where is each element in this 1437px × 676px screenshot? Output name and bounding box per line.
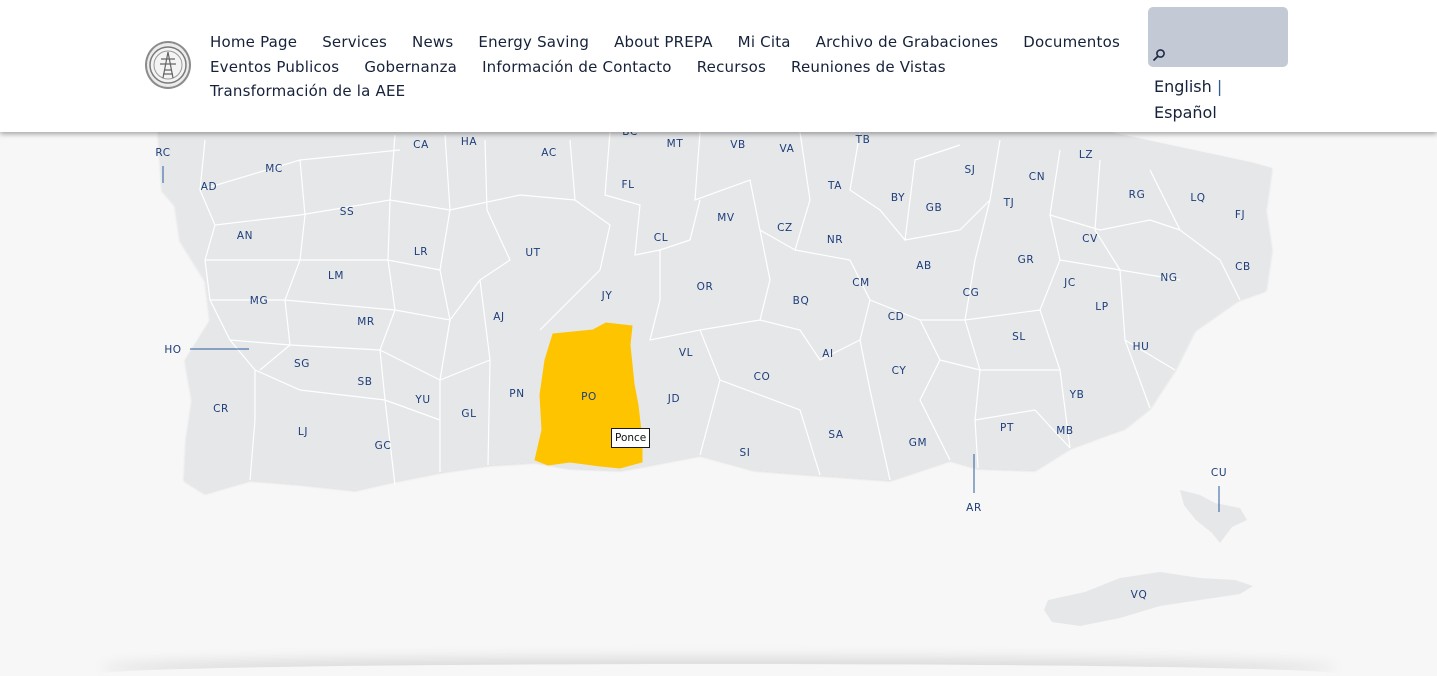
municipality-label-mt[interactable]: MT [667,138,684,150]
municipality-label-ai[interactable]: AI [822,348,833,360]
nav-services[interactable]: Services [322,30,387,55]
municipality-label-jd[interactable]: JD [667,393,680,405]
municipality-label-sj[interactable]: SJ [965,164,976,176]
municipality-label-mr[interactable]: MR [357,316,375,328]
municipality-label-gc[interactable]: GC [375,440,392,452]
municipality-label-ar[interactable]: AR [966,502,982,514]
municipality-label-cn[interactable]: CN [1029,171,1045,183]
ponce-tooltip: Ponce [611,428,651,448]
nav-archivo-de-grabaciones[interactable]: Archivo de Grabaciones [816,30,999,55]
municipality-label-fj[interactable]: FJ [1235,209,1245,221]
nav-documentos[interactable]: Documentos [1023,30,1120,55]
municipality-label-mv[interactable]: MV [717,212,735,224]
municipality-label-po[interactable]: PO [581,391,597,403]
municipality-label-pn[interactable]: PN [509,388,524,400]
municipality-label-va[interactable]: VA [780,143,795,155]
municipality-label-yb[interactable]: YB [1069,389,1085,401]
nav-home-page[interactable]: Home Page [210,30,297,55]
municipality-label-co[interactable]: CO [754,371,771,383]
search-icon[interactable] [1152,48,1166,62]
municipality-label-aj[interactable]: AJ [493,311,504,323]
municipality-label-cu[interactable]: CU [1211,467,1227,479]
municipality-label-cb[interactable]: CB [1235,261,1251,273]
municipality-label-pt[interactable]: PT [1000,422,1014,434]
municipality-label-ca[interactable]: CA [413,139,429,151]
main-navigation: Home Page Services News Energy Saving Ab… [210,30,1120,104]
nav-recursos[interactable]: Recursos [697,55,766,80]
municipality-label-tb[interactable]: TB [855,134,871,146]
municipality-label-gb[interactable]: GB [926,202,943,214]
municipality-label-cv[interactable]: CV [1082,233,1098,245]
municipality-label-ab[interactable]: AB [916,260,932,272]
municipality-label-fl[interactable]: FL [621,179,634,191]
municipality-label-hu[interactable]: HU [1133,341,1150,353]
municipality-label-sa[interactable]: SA [828,429,843,441]
municipality-label-si[interactable]: SI [740,447,751,459]
municipality-label-vl[interactable]: VL [679,347,693,359]
municipality-label-sl[interactable]: SL [1012,331,1026,343]
culebra-island-land [1180,490,1247,543]
municipality-label-mc[interactable]: MC [265,163,283,175]
nav-about-prepa[interactable]: About PREPA [614,30,713,55]
language-english-link[interactable]: English [1154,77,1212,96]
municipality-label-cz[interactable]: CZ [777,222,793,234]
municipality-label-ha[interactable]: HA [461,136,477,148]
nav-energy-saving[interactable]: Energy Saving [478,30,589,55]
municipality-label-ta[interactable]: TA [827,180,842,192]
municipality-label-cy[interactable]: CY [892,365,907,377]
municipality-label-jy[interactable]: JY [601,290,613,302]
municipality-label-ng[interactable]: NG [1160,272,1177,284]
vieques-island-land [1044,572,1253,626]
nav-news[interactable]: News [412,30,453,55]
language-spanish-link[interactable]: Español [1154,103,1217,122]
nav-transformacion-de-la-aee[interactable]: Transformación de la AEE [210,79,405,104]
municipality-label-lm[interactable]: LM [328,270,344,282]
municipality-label-yu[interactable]: YU [414,394,430,406]
municipality-label-lp[interactable]: LP [1095,301,1108,313]
nav-eventos-publicos[interactable]: Eventos Publicos [210,55,339,80]
municipality-label-sg[interactable]: SG [294,358,310,370]
municipality-label-bq[interactable]: BQ [793,295,810,307]
municipality-label-vb[interactable]: VB [730,139,746,151]
language-separator: | [1216,77,1223,96]
municipality-label-rc[interactable]: RC [155,147,170,159]
municipality-label-cr[interactable]: CR [213,403,229,415]
municipality-label-lr[interactable]: LR [414,246,428,258]
nav-informacion-de-contacto[interactable]: Información de Contacto [482,55,672,80]
municipality-label-ad[interactable]: AD [201,181,217,193]
municipality-label-mb[interactable]: MB [1056,425,1073,437]
municipality-label-gr[interactable]: GR [1018,254,1035,266]
municipality-label-by[interactable]: BY [891,192,905,204]
municipality-label-ac[interactable]: AC [541,147,557,159]
municipality-label-cl[interactable]: CL [654,232,668,244]
municipality-label-nr[interactable]: NR [827,234,843,246]
municipality-label-lj[interactable]: LJ [298,426,308,438]
search-input[interactable] [1148,7,1288,67]
municipality-label-ho[interactable]: HO [164,344,181,356]
municipality-label-cm[interactable]: CM [852,277,870,289]
power-tower-seal-icon [149,46,187,84]
municipality-label-rg[interactable]: RG [1129,189,1146,201]
municipality-label-sb[interactable]: SB [357,376,372,388]
municipality-label-lz[interactable]: LZ [1079,149,1093,161]
municipality-label-an[interactable]: AN [237,230,253,242]
municipality-label-ut[interactable]: UT [525,247,540,259]
municipality-label-gm[interactable]: GM [909,437,927,449]
municipality-label-cd[interactable]: CD [888,311,905,323]
site-header: Home Page Services News Energy Saving Ab… [0,0,1437,132]
nav-gobernanza[interactable]: Gobernanza [364,55,457,80]
nav-reuniones-de-vistas[interactable]: Reuniones de Vistas [791,55,946,80]
municipality-label-cg[interactable]: CG [963,287,980,299]
municipality-label-vq[interactable]: VQ [1131,589,1148,601]
municipality-label-lq[interactable]: LQ [1190,192,1205,204]
municipality-label-jc[interactable]: JC [1063,277,1076,289]
municipality-label-mg[interactable]: MG [250,295,268,307]
nav-mi-cita[interactable]: Mi Cita [738,30,791,55]
municipality-label-tj[interactable]: TJ [1003,197,1015,209]
prepa-logo[interactable] [145,41,191,89]
municipality-label-ss[interactable]: SS [340,206,355,218]
language-switcher: English | Español [1154,74,1222,126]
municipality-label-gl[interactable]: GL [461,408,476,420]
municipality-label-or[interactable]: OR [697,281,714,293]
